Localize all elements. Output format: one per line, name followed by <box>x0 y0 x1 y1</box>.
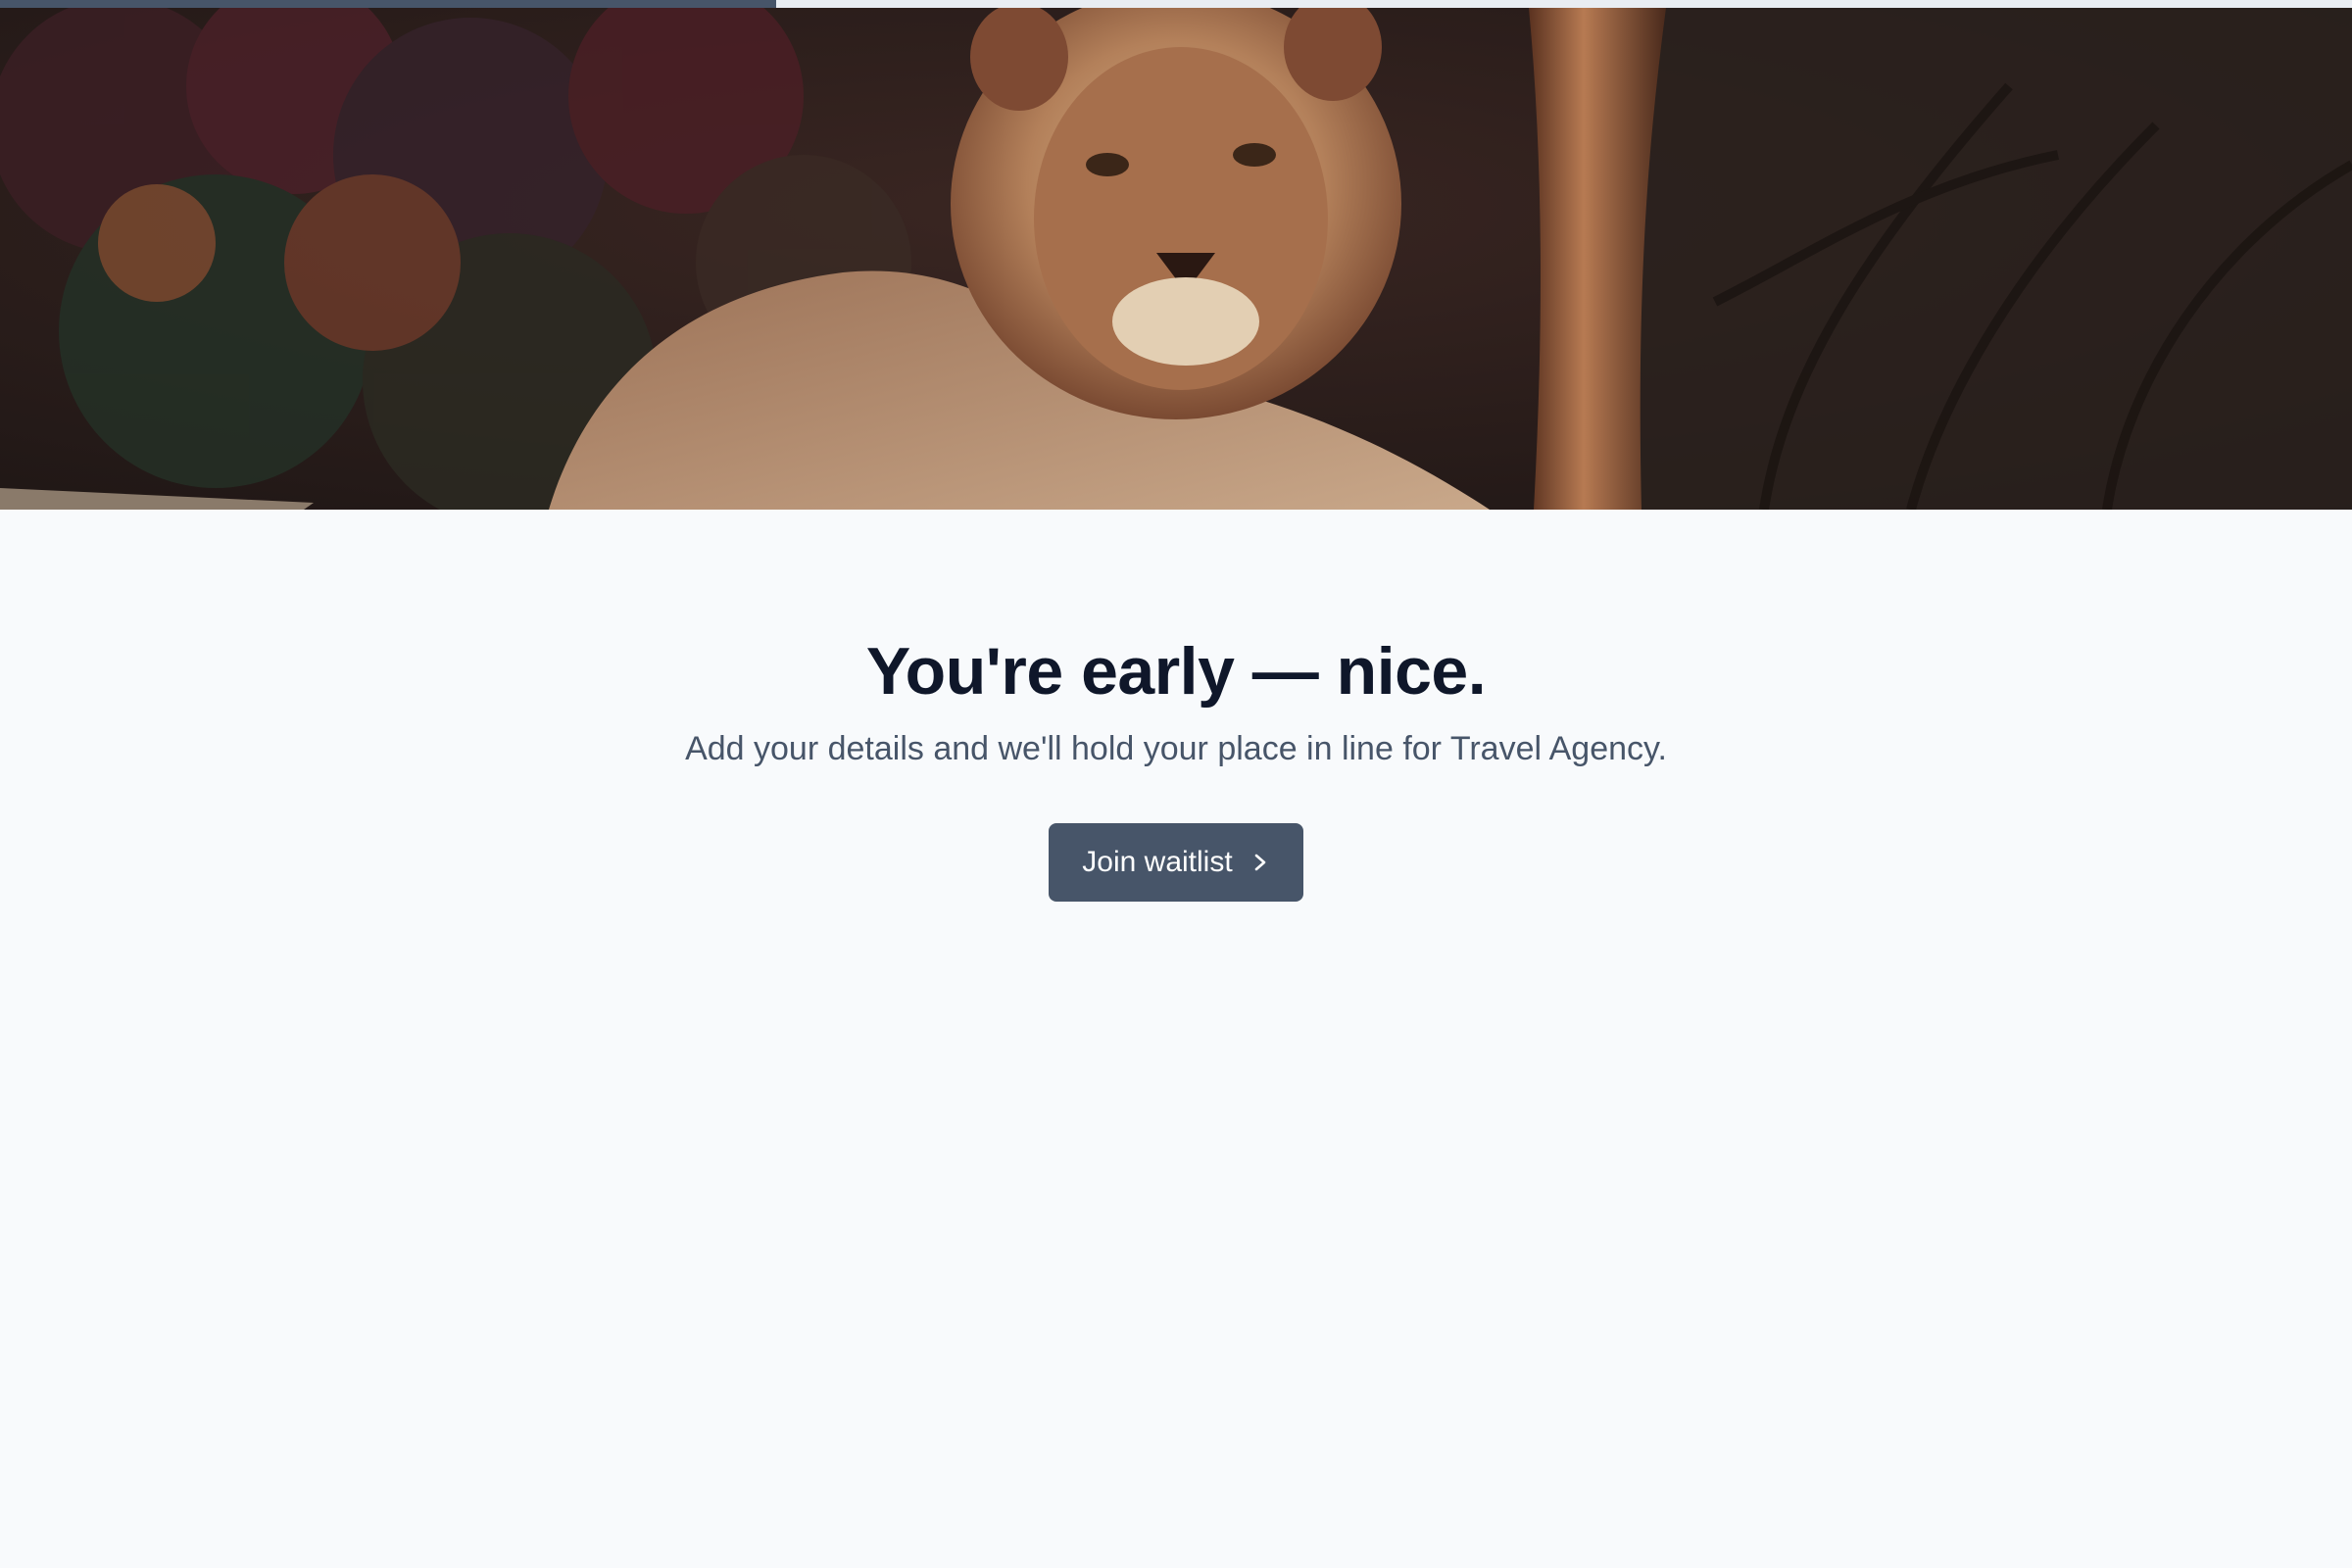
join-waitlist-label: Join waitlist <box>1082 846 1233 878</box>
hero-image <box>0 8 2352 510</box>
page-title: You're early — nice. <box>865 634 1487 709</box>
chevron-right-icon <box>1250 851 1270 874</box>
join-waitlist-button[interactable]: Join waitlist <box>1049 823 1303 902</box>
progress-fill <box>0 0 776 8</box>
main-content: You're early — nice. Add your details an… <box>0 510 2352 1568</box>
page-subtitle: Add your details and we'll hold your pla… <box>685 730 1667 767</box>
progress-bar <box>0 0 2352 8</box>
lion-photo <box>0 8 2352 510</box>
